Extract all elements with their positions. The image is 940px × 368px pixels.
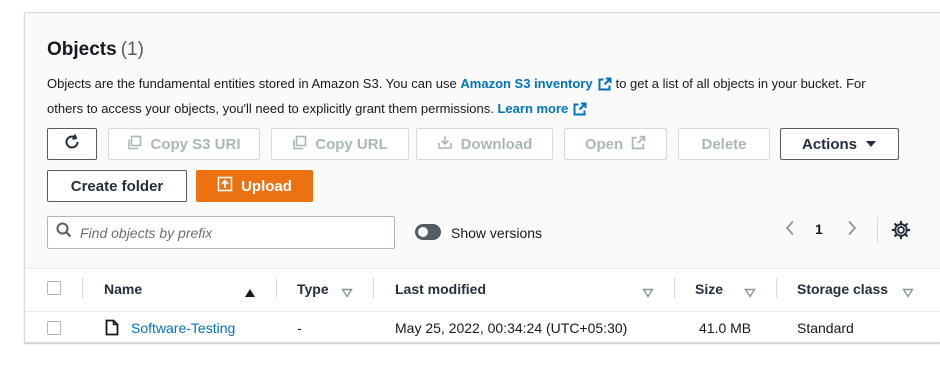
upload-icon [217, 176, 233, 196]
page-title: Objects (1) [47, 39, 144, 61]
refresh-icon [63, 133, 81, 155]
column-divider [776, 278, 777, 298]
search-input[interactable] [80, 224, 380, 241]
copy-url-label: Copy URL [315, 135, 388, 153]
object-name-link[interactable]: Software-Testing [131, 320, 235, 336]
download-button[interactable]: Download [416, 128, 553, 160]
select-all-checkbox[interactable] [47, 281, 61, 295]
object-count: (1) [120, 39, 144, 60]
title-text: Objects [47, 39, 117, 60]
copy-icon [127, 135, 142, 154]
copy-s3-uri-label: Copy S3 URI [150, 135, 241, 153]
object-last-modified: May 25, 2022, 00:34:24 (UTC+05:30) [395, 320, 628, 336]
search-icon [56, 222, 72, 243]
column-divider [82, 278, 83, 298]
caret-down-icon [865, 136, 877, 153]
object-size: 41.0 MB [699, 320, 752, 336]
copy-icon [292, 135, 307, 154]
refresh-button[interactable] [47, 128, 97, 160]
upload-button[interactable]: Upload [196, 170, 313, 202]
upload-label: Upload [241, 177, 292, 195]
actions-dropdown[interactable]: Actions [780, 128, 899, 160]
chevron-right-icon [847, 220, 857, 241]
column-header-last-modified[interactable]: Last modified [395, 281, 486, 297]
toggle-knob [418, 227, 428, 237]
create-folder-button[interactable]: Create folder [47, 170, 187, 202]
description-text-1: Objects are the fundamental entities sto… [47, 76, 457, 91]
learn-more-link[interactable]: Learn more [497, 101, 568, 116]
open-button[interactable]: Open [564, 128, 667, 160]
download-label: Download [460, 135, 533, 153]
column-divider [373, 278, 374, 298]
actions-label: Actions [801, 135, 857, 153]
sort-icon[interactable] [642, 285, 654, 303]
external-link-icon [631, 135, 646, 154]
table-header-divider [25, 311, 940, 312]
download-icon [437, 134, 453, 154]
sort-icon[interactable] [744, 285, 756, 303]
delete-button[interactable]: Delete [678, 128, 770, 160]
description-text-2: to get a list of all objects in your buc… [615, 76, 866, 91]
object-storage-class: Standard [797, 320, 854, 336]
column-divider [674, 278, 675, 298]
objects-panel: Objects (1) Objects are the fundamental e… [24, 12, 940, 343]
pager-divider [877, 217, 878, 243]
copy-url-button[interactable]: Copy URL [271, 128, 409, 160]
sort-icon[interactable] [341, 285, 353, 303]
previous-page-button[interactable] [781, 219, 799, 241]
inventory-link[interactable]: Amazon S3 inventory [460, 76, 592, 91]
create-folder-label: Create folder [70, 177, 164, 195]
show-versions-toggle[interactable] [415, 224, 441, 240]
gear-icon [891, 220, 911, 244]
sort-ascending-icon[interactable] [244, 285, 256, 303]
sort-icon[interactable] [902, 285, 914, 303]
column-header-size[interactable]: Size [695, 281, 723, 297]
next-page-button[interactable] [843, 219, 861, 241]
column-divider [276, 278, 277, 298]
row-checkbox[interactable] [47, 321, 61, 335]
description: Objects are the fundamental entities sto… [47, 73, 907, 123]
external-link-icon[interactable] [598, 76, 612, 98]
column-header-type[interactable]: Type [297, 281, 329, 297]
delete-label: Delete [701, 135, 747, 153]
chevron-left-icon [785, 220, 795, 241]
column-header-storage-class[interactable]: Storage class [797, 281, 888, 297]
file-icon [105, 319, 119, 341]
page-number[interactable]: 1 [815, 221, 823, 237]
open-label: Open [584, 135, 624, 153]
object-type: - [297, 320, 302, 336]
description-text-3: others to access your objects, you'll ne… [47, 101, 494, 116]
copy-s3-uri-button[interactable]: Copy S3 URI [108, 128, 260, 160]
search-field[interactable] [47, 216, 395, 249]
external-link-icon[interactable] [573, 101, 587, 123]
settings-button[interactable] [891, 220, 911, 240]
column-header-name[interactable]: Name [104, 281, 142, 297]
show-versions-label: Show versions [451, 225, 543, 241]
